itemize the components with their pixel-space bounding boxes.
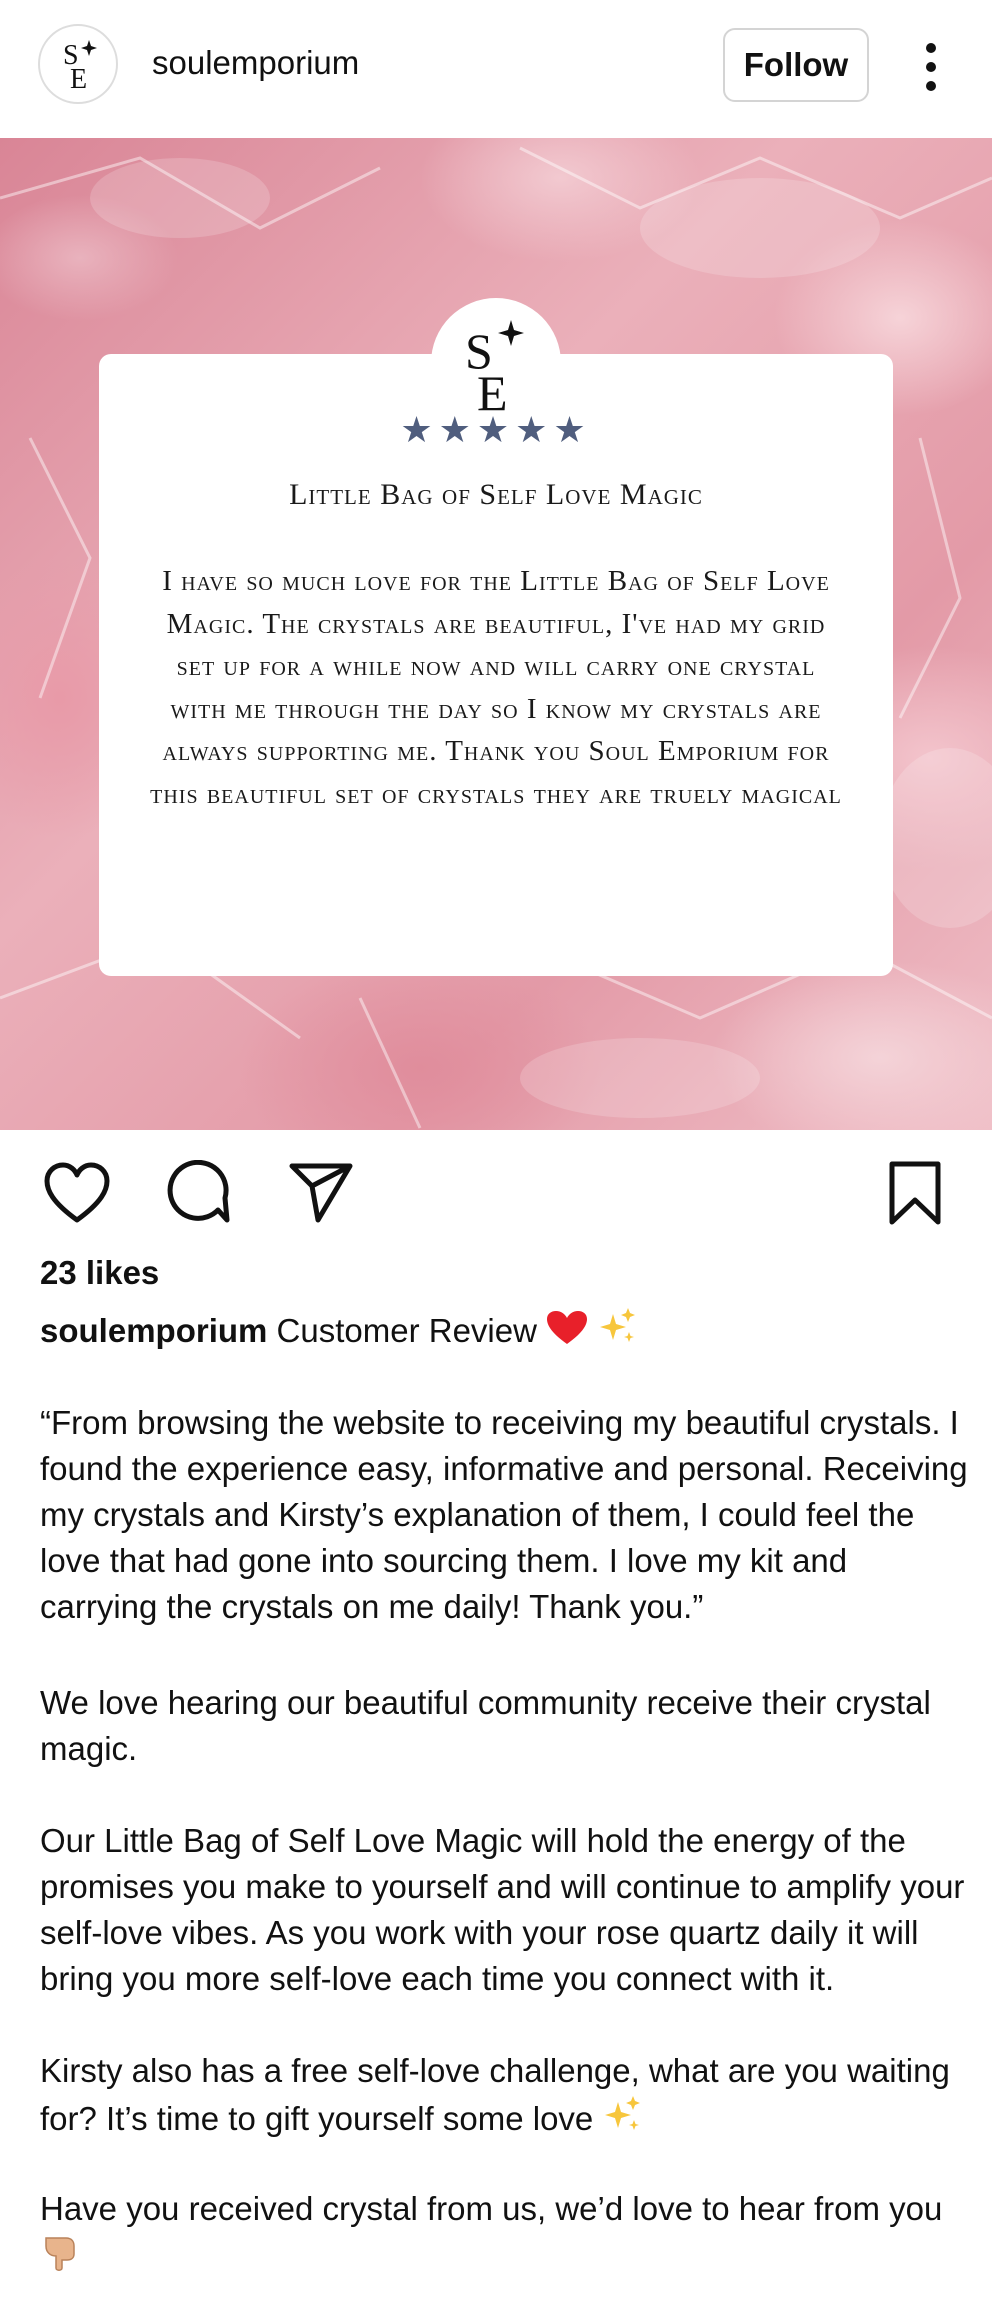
caption-paragraph-3: Our Little Bag of Self Love Magic will h…	[40, 1822, 965, 1997]
likes-count[interactable]: 23 likes	[40, 1254, 159, 1292]
avatar[interactable]: S E	[38, 24, 118, 104]
sparkles-emoji	[600, 1308, 636, 1342]
soul-emporium-logo-icon: S E	[465, 320, 524, 421]
caption-text: Customer Review	[276, 1312, 537, 1349]
more-vertical-icon[interactable]	[918, 42, 944, 92]
rating-stars: ★★★★★	[400, 410, 592, 451]
caption-paragraph-4-text: Kirsty also has a free self-love challen…	[40, 2052, 950, 2137]
caption-paragraph-5: Have you received crystal from us, we’d …	[40, 2186, 970, 2280]
username[interactable]: soulemporium	[152, 44, 359, 82]
follow-button[interactable]: Follow	[723, 28, 869, 102]
pointing-down-emoji	[45, 2237, 75, 2271]
caption-username[interactable]: soulemporium	[40, 1312, 267, 1349]
review-title: Little Bag of Self Love Magic	[289, 478, 703, 511]
caption-header: soulemporium Customer Review	[40, 1306, 960, 1350]
post-header: S E soulemporium Follow	[0, 0, 992, 138]
send-icon[interactable]	[288, 1160, 354, 1224]
caption-paragraph-5-text: Have you received crystal from us, we’d …	[40, 2190, 943, 2227]
svg-text:E: E	[70, 64, 87, 95]
comment-icon[interactable]	[166, 1160, 230, 1224]
bookmark-icon[interactable]	[888, 1160, 942, 1226]
red-heart-emoji	[547, 1311, 588, 1344]
caption-paragraph-4: Kirsty also has a free self-love challen…	[40, 2048, 970, 2142]
sparkles-emoji	[605, 2096, 641, 2130]
heart-icon[interactable]	[44, 1162, 110, 1224]
caption-paragraph-2: We love hearing our beautiful community …	[40, 1684, 931, 1767]
post-image[interactable]: S E ★★★★★ Little Bag of Self Love Magic …	[0, 138, 992, 1130]
review-body: I have so much love for the Little Bag o…	[150, 565, 842, 810]
soul-emporium-logo-icon: S E	[63, 40, 97, 95]
review-logo: S E	[431, 298, 561, 428]
caption-paragraph-1: “From browsing the website to receiving …	[40, 1404, 968, 1625]
